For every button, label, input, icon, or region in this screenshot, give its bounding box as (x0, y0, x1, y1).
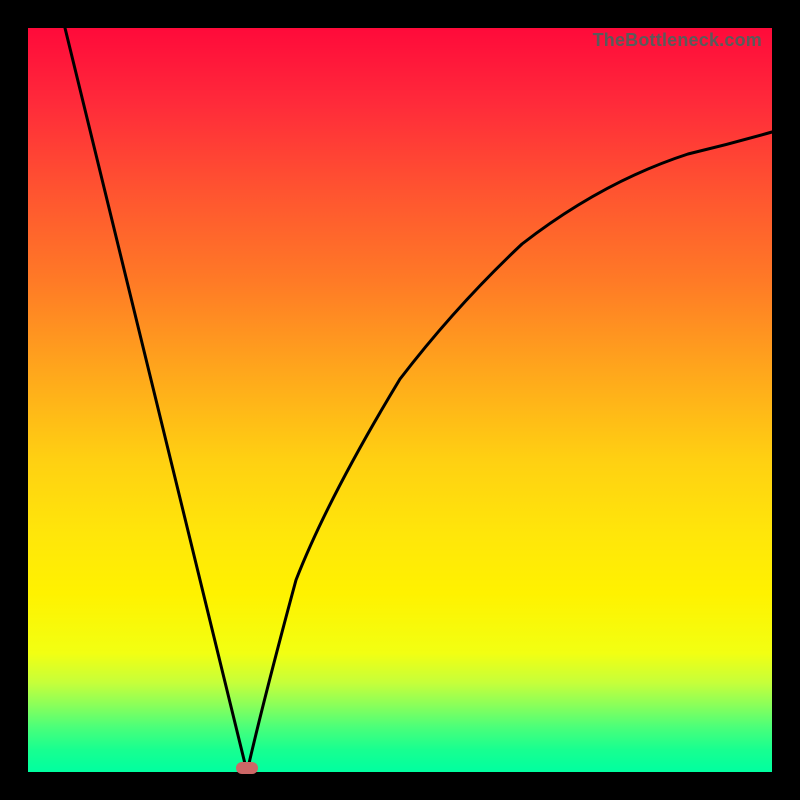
optimal-marker (236, 762, 258, 774)
curve-right-branch (247, 132, 772, 772)
plot-area: TheBottleneck.com (28, 28, 772, 772)
curve-left-branch (65, 28, 247, 772)
bottleneck-curve (28, 28, 772, 772)
chart-frame: TheBottleneck.com (0, 0, 800, 800)
